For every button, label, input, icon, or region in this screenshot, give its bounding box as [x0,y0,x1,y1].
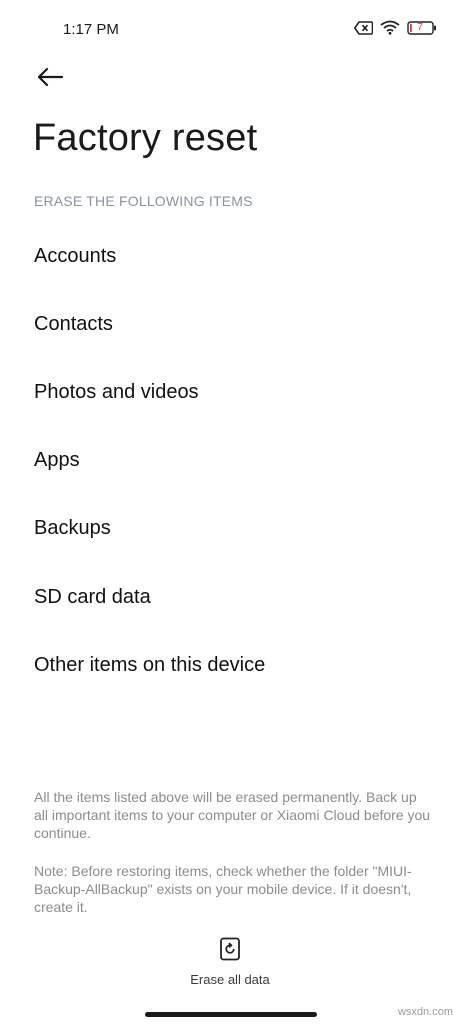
sim-off-icon [354,20,373,35]
erase-all-data-label: Erase all data [190,972,270,987]
list-item-sd-card-data: SD card data [34,585,151,608]
list-item-apps: Apps [34,449,80,472]
list-item-photos-and-videos: Photos and videos [34,380,199,403]
battery-level: 7 [417,21,423,33]
list-item-accounts: Accounts [34,244,117,267]
battery-icon: 7 [407,20,437,35]
status-bar: 1:17 PM 7 [0,0,461,60]
back-button[interactable] [30,62,70,96]
list-item-backups: Backups [34,517,111,540]
erase-items-list: Accounts Contacts Photos and videos Apps… [0,222,461,699]
page-title: Factory reset [33,117,258,159]
reset-icon [219,937,241,966]
status-time: 1:17 PM [63,21,119,38]
arrow-left-icon [36,67,64,92]
erase-all-data-button[interactable]: Erase all data [170,935,290,991]
status-icons: 7 [354,20,437,35]
wifi-icon [380,20,400,35]
notes: All the items listed above will be erase… [34,788,434,936]
section-heading: ERASE THE FOLLOWING ITEMS [34,193,253,209]
list-item-other-items: Other items on this device [34,653,266,676]
home-indicator[interactable] [145,1012,317,1017]
note-text: Note: Before restoring items, check whet… [34,863,412,915]
warning-text: All the items listed above will be erase… [34,789,431,841]
list-item-contacts: Contacts [34,312,113,335]
watermark: wsxdn.com [397,1006,453,1018]
